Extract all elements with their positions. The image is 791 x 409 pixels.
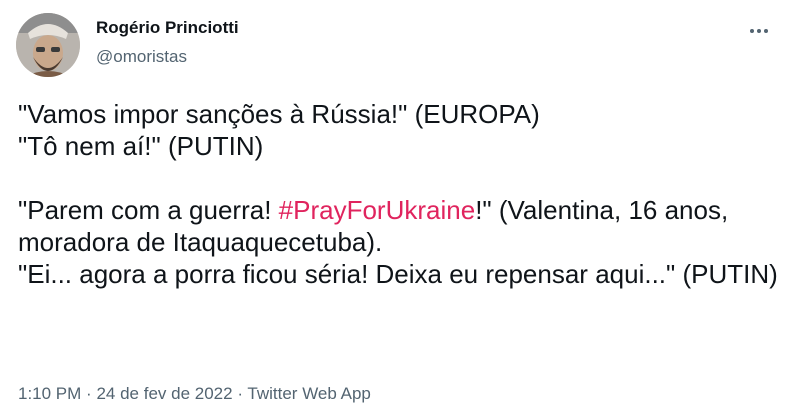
tweet-text: "Vamos impor sanções à Rússia!" (EUROPA)…: [18, 98, 778, 290]
tweet-line: "Tô nem aí!" (PUTIN): [18, 131, 264, 161]
hashtag-link[interactable]: #PrayForUkraine: [279, 195, 476, 225]
tweet-line: "Vamos impor sanções à Rússia!" (EUROPA): [18, 99, 540, 129]
separator: ·: [86, 384, 92, 403]
author-name[interactable]: Rogério Princiotti: [96, 18, 239, 38]
tweet-time-link[interactable]: 1:10 PM: [18, 384, 81, 403]
tweet-line: "Parem com a guerra! #PrayForUkraine!" (…: [18, 194, 778, 258]
tweet-line: "Ei... agora a porra ficou séria! Deixa …: [18, 259, 778, 289]
author-handle[interactable]: @omoristas: [96, 47, 187, 67]
separator: ·: [237, 384, 243, 403]
more-horizontal-icon[interactable]: [742, 16, 776, 46]
tweet-card: Rogério Princiotti @omoristas "Vamos imp…: [0, 0, 791, 409]
tweet-metadata: 1:10 PM · 24 de fev de 2022 · Twitter We…: [18, 384, 371, 404]
tweet-text-segment: "Parem com a guerra!: [18, 195, 279, 225]
avatar[interactable]: [16, 13, 80, 77]
tweet-source-link[interactable]: Twitter Web App: [247, 384, 370, 403]
tweet-date-link[interactable]: 24 de fev de 2022: [96, 384, 232, 403]
